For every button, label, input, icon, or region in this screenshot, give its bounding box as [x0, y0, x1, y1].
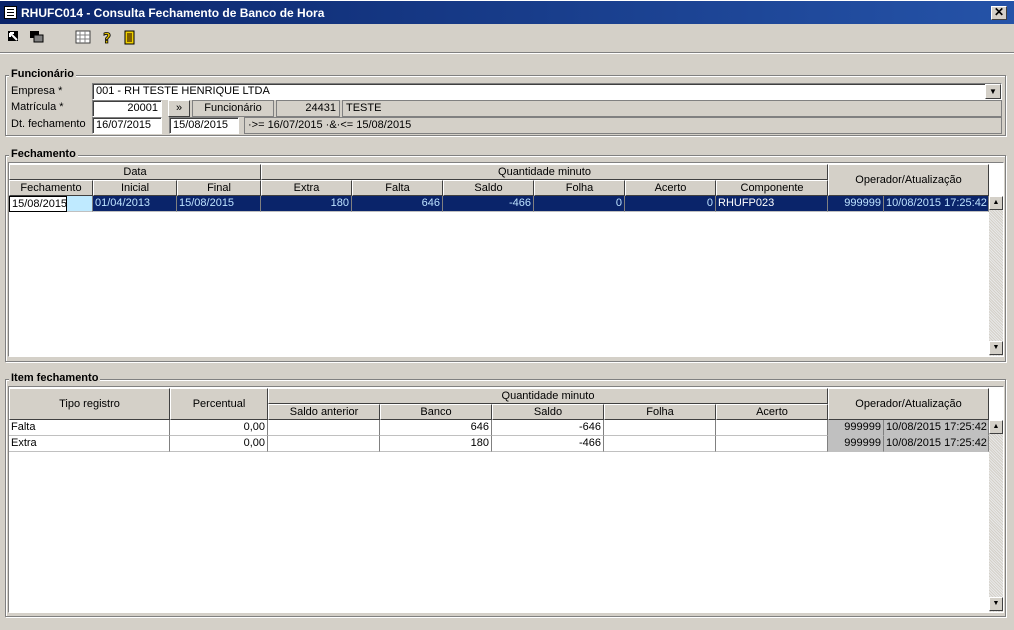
cell-fechamento[interactable]: 15/08/2015 — [9, 196, 67, 212]
cell-saldo-anterior[interactable] — [268, 436, 380, 452]
matricula-label: Matrícula * — [11, 101, 64, 113]
funcionario-code: 24431 — [276, 100, 340, 117]
column-header[interactable]: Acerto — [716, 404, 828, 420]
cell-operador: 999999 — [828, 420, 884, 436]
cell-acerto[interactable]: 0 — [625, 196, 716, 212]
empresa-value: 001 - RH TESTE HENRIQUE LTDA — [96, 85, 270, 97]
column-header[interactable]: Banco — [380, 404, 492, 420]
column-header[interactable]: Fechamento — [9, 180, 93, 196]
exit-icon[interactable] — [5, 30, 23, 48]
cell-tipo[interactable]: Extra — [9, 436, 170, 452]
title-bar: RHUFC014 - Consulta Fechamento de Banco … — [0, 0, 1014, 24]
chevron-down-icon[interactable]: ▼ — [985, 84, 1001, 99]
fechamento-group-title: Fechamento — [9, 148, 78, 160]
matricula-input[interactable]: 20001 — [92, 100, 162, 117]
cell-saldo[interactable]: -466 — [443, 196, 534, 212]
cell-banco[interactable]: 646 — [380, 420, 492, 436]
funcionario-label: Funcionário — [192, 100, 274, 117]
scroll-up-icon[interactable]: ▲ — [989, 420, 1003, 434]
cell-extra[interactable]: 180 — [261, 196, 352, 212]
funcionario-group-title: Funcionário — [9, 68, 76, 80]
cell-atualizacao: 10/08/2015 17:25:42 — [884, 420, 989, 436]
scroll-up-icon[interactable]: ▲ — [989, 196, 1003, 210]
cell-acerto[interactable] — [716, 420, 828, 436]
close-button[interactable]: ✕ — [991, 6, 1007, 20]
toolbar-separator — [0, 52, 1014, 54]
cell-tipo[interactable]: Falta — [9, 420, 170, 436]
column-header[interactable]: Componente — [716, 180, 828, 196]
cell-saldo-anterior[interactable] — [268, 420, 380, 436]
dt-to-input[interactable]: 15/08/2015 — [169, 117, 239, 134]
cell-final[interactable]: 15/08/2015 — [177, 196, 261, 212]
cell-folha[interactable] — [604, 436, 716, 452]
scroll-down-icon[interactable]: ▼ — [989, 597, 1003, 611]
header-quantidade: Quantidade minuto — [268, 388, 828, 404]
cell-operador: 999999 — [828, 436, 884, 452]
item-group-title: Item fechamento — [9, 372, 101, 384]
window-icon — [4, 6, 17, 19]
header-quantidade: Quantidade minuto — [261, 164, 828, 180]
cell-saldo[interactable]: -646 — [492, 420, 604, 436]
column-header[interactable]: Saldo anterior — [268, 404, 380, 420]
dt-fechamento-label: Dt. fechamento — [11, 118, 86, 130]
header-tipo[interactable]: Tipo registro — [9, 388, 170, 420]
column-header[interactable]: Acerto — [625, 180, 716, 196]
cell-atualizacao[interactable]: 10/08/2015 17:25:42 — [884, 196, 989, 212]
column-header[interactable]: Saldo — [492, 404, 604, 420]
cell-saldo[interactable]: -466 — [492, 436, 604, 452]
column-header[interactable]: Folha — [604, 404, 716, 420]
window-title: RHUFC014 - Consulta Fechamento de Banco … — [21, 6, 325, 20]
cell-operador[interactable]: 999999 — [828, 196, 884, 212]
empresa-select[interactable]: 001 - RH TESTE HENRIQUE LTDA — [92, 83, 1002, 100]
scroll-down-icon[interactable]: ▼ — [989, 341, 1003, 355]
column-header[interactable]: Falta — [352, 180, 443, 196]
cell-atualizacao: 10/08/2015 17:25:42 — [884, 436, 989, 452]
column-header[interactable]: Final — [177, 180, 261, 196]
header-data: Data — [9, 164, 261, 180]
empresa-label: Empresa * — [11, 85, 63, 97]
copy-icon[interactable] — [28, 30, 46, 48]
cell-inicial[interactable]: 01/04/2013 — [93, 196, 177, 212]
header-operador: Operador/Atualização — [828, 164, 989, 196]
column-header[interactable]: Inicial — [93, 180, 177, 196]
header-percentual[interactable]: Percentual — [170, 388, 268, 420]
table-row[interactable]: Falta 0,00 646 -646 999999 10/08/2015 17… — [9, 420, 989, 436]
header-operador: Operador/Atualização — [828, 388, 989, 420]
table-row[interactable]: Extra 0,00 180 -466 999999 10/08/2015 17… — [9, 436, 989, 452]
column-header[interactable]: Extra — [261, 180, 352, 196]
calculator-icon[interactable] — [74, 30, 92, 48]
cell-folha[interactable] — [604, 420, 716, 436]
column-header[interactable]: Saldo — [443, 180, 534, 196]
dt-filter-text: ·>= 16/07/2015 ·&·<= 15/08/2015 — [244, 117, 1002, 134]
cell-percentual[interactable]: 0,00 — [170, 420, 268, 436]
cell-componente[interactable]: RHUFP023 — [716, 196, 828, 212]
cell-edit-gap — [67, 196, 93, 212]
door-icon[interactable] — [121, 30, 139, 48]
funcionario-name: TESTE — [342, 100, 1002, 117]
svg-text:?: ? — [103, 31, 111, 46]
help-icon[interactable]: ? — [98, 30, 116, 48]
table-row[interactable]: 15/08/2015 01/04/2013 15/08/2015 180 646… — [9, 196, 989, 212]
cell-acerto[interactable] — [716, 436, 828, 452]
lookup-button[interactable]: » — [168, 100, 190, 117]
cell-percentual[interactable]: 0,00 — [170, 436, 268, 452]
fechamento-scrollbar[interactable] — [989, 196, 1003, 356]
dt-from-input[interactable]: 16/07/2015 — [92, 117, 162, 134]
column-header[interactable]: Folha — [534, 180, 625, 196]
cell-falta[interactable]: 646 — [352, 196, 443, 212]
cell-folha[interactable]: 0 — [534, 196, 625, 212]
cell-banco[interactable]: 180 — [380, 436, 492, 452]
item-scrollbar[interactable] — [989, 420, 1003, 612]
